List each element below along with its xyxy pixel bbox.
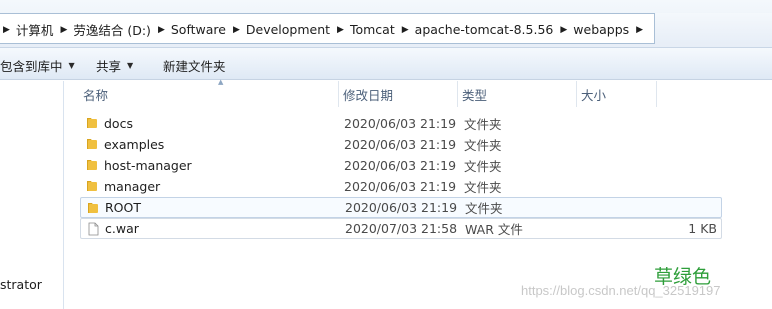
breadcrumb-software[interactable]: Software xyxy=(166,22,232,37)
chevron-right-icon[interactable]: ▶ xyxy=(336,25,345,35)
chevron-right-icon[interactable]: ▶ xyxy=(635,25,644,35)
file-icon xyxy=(88,222,99,236)
file-row-docs[interactable]: docs 2020/06/03 21:19 文件夹 xyxy=(80,113,722,134)
file-date: 2020/06/03 21:19 xyxy=(345,200,458,215)
file-row-c-war[interactable]: c.war 2020/07/03 21:58 WAR 文件 1 KB xyxy=(80,218,722,239)
include-in-library-label: 包含到库中 xyxy=(0,59,63,74)
address-bar-extra xyxy=(655,13,772,44)
file-type: 文件夹 xyxy=(464,159,502,174)
file-name: manager xyxy=(104,179,161,194)
file-date: 2020/06/03 21:19 xyxy=(344,158,457,173)
folder-icon xyxy=(87,118,97,128)
file-row-manager[interactable]: manager 2020/06/03 21:19 文件夹 xyxy=(80,176,722,197)
breadcrumb-drive-d[interactable]: 劳逸结合 (D:) xyxy=(68,20,157,39)
file-type: WAR 文件 xyxy=(465,222,523,237)
file-type: 文件夹 xyxy=(464,117,502,132)
column-header-row: ▲ 名称 修改日期 类型 大小 xyxy=(79,78,723,107)
chevron-right-icon[interactable]: ▶ xyxy=(559,25,568,35)
breadcrumb-computer[interactable]: 计算机 xyxy=(11,20,60,39)
breadcrumb-development[interactable]: Development xyxy=(241,22,336,37)
file-list: docs 2020/06/03 21:19 文件夹 examples 2020/… xyxy=(80,113,722,239)
column-header-name[interactable]: 名称 xyxy=(79,81,339,107)
dropdown-arrow-icon: ▼ xyxy=(68,61,75,70)
new-folder-button[interactable]: 新建文件夹 xyxy=(163,56,226,75)
command-toolbar: 包含到库中 ▼ 共享 ▼ 新建文件夹 xyxy=(0,48,772,80)
column-header-date[interactable]: 修改日期 xyxy=(339,81,458,107)
address-bar-region: ▶ 计算机 ▶ 劳逸结合 (D:) ▶ Software ▶ Developme… xyxy=(0,0,772,48)
folder-icon xyxy=(87,181,97,191)
breadcrumb: ▶ 计算机 ▶ 劳逸结合 (D:) ▶ Software ▶ Developme… xyxy=(0,14,644,45)
share-button[interactable]: 共享 ▼ xyxy=(96,56,133,75)
file-row-host-manager[interactable]: host-manager 2020/06/03 21:19 文件夹 xyxy=(80,155,722,176)
file-type: 文件夹 xyxy=(464,180,502,195)
color-annotation: 草绿色 xyxy=(654,266,712,288)
chevron-right-icon[interactable]: ▶ xyxy=(157,25,166,35)
breadcrumb-tomcat[interactable]: Tomcat xyxy=(345,22,401,37)
file-name: ROOT xyxy=(105,200,141,215)
chevron-right-icon[interactable]: ▶ xyxy=(232,25,241,35)
column-header-type[interactable]: 类型 xyxy=(458,81,577,107)
navigation-pane: strator xyxy=(0,81,64,309)
folder-icon xyxy=(88,203,98,213)
breadcrumb-apache-tomcat[interactable]: apache-tomcat-8.5.56 xyxy=(410,22,560,37)
file-type: 文件夹 xyxy=(464,138,502,153)
breadcrumb-webapps[interactable]: webapps xyxy=(568,22,635,37)
folder-icon xyxy=(87,160,97,170)
nav-item-administrator[interactable]: strator xyxy=(0,277,42,292)
include-in-library-button[interactable]: 包含到库中 ▼ xyxy=(0,56,75,75)
file-row-root[interactable]: ROOT 2020/06/03 21:19 文件夹 xyxy=(80,197,722,218)
share-label: 共享 xyxy=(96,59,122,74)
new-folder-label: 新建文件夹 xyxy=(163,59,226,74)
file-name: examples xyxy=(104,137,165,152)
column-header-size[interactable]: 大小 xyxy=(577,81,657,107)
file-size: 1 KB xyxy=(688,221,717,236)
dropdown-arrow-icon: ▼ xyxy=(127,61,134,70)
file-date: 2020/06/03 21:19 xyxy=(344,179,457,194)
folder-icon xyxy=(87,139,97,149)
file-type: 文件夹 xyxy=(465,201,503,216)
file-date: 2020/06/03 21:19 xyxy=(344,137,457,152)
file-name: docs xyxy=(104,116,133,131)
file-name: c.war xyxy=(105,221,139,236)
chevron-right-icon[interactable]: ▶ xyxy=(59,25,68,35)
file-date: 2020/07/03 21:58 xyxy=(345,221,458,236)
file-date: 2020/06/03 21:19 xyxy=(344,116,457,131)
file-name: host-manager xyxy=(104,158,192,173)
chevron-right-icon[interactable]: ▶ xyxy=(0,25,11,35)
chevron-right-icon[interactable]: ▶ xyxy=(401,25,410,35)
file-row-examples[interactable]: examples 2020/06/03 21:19 文件夹 xyxy=(80,134,722,155)
address-bar[interactable]: ▶ 计算机 ▶ 劳逸结合 (D:) ▶ Software ▶ Developme… xyxy=(0,13,655,44)
